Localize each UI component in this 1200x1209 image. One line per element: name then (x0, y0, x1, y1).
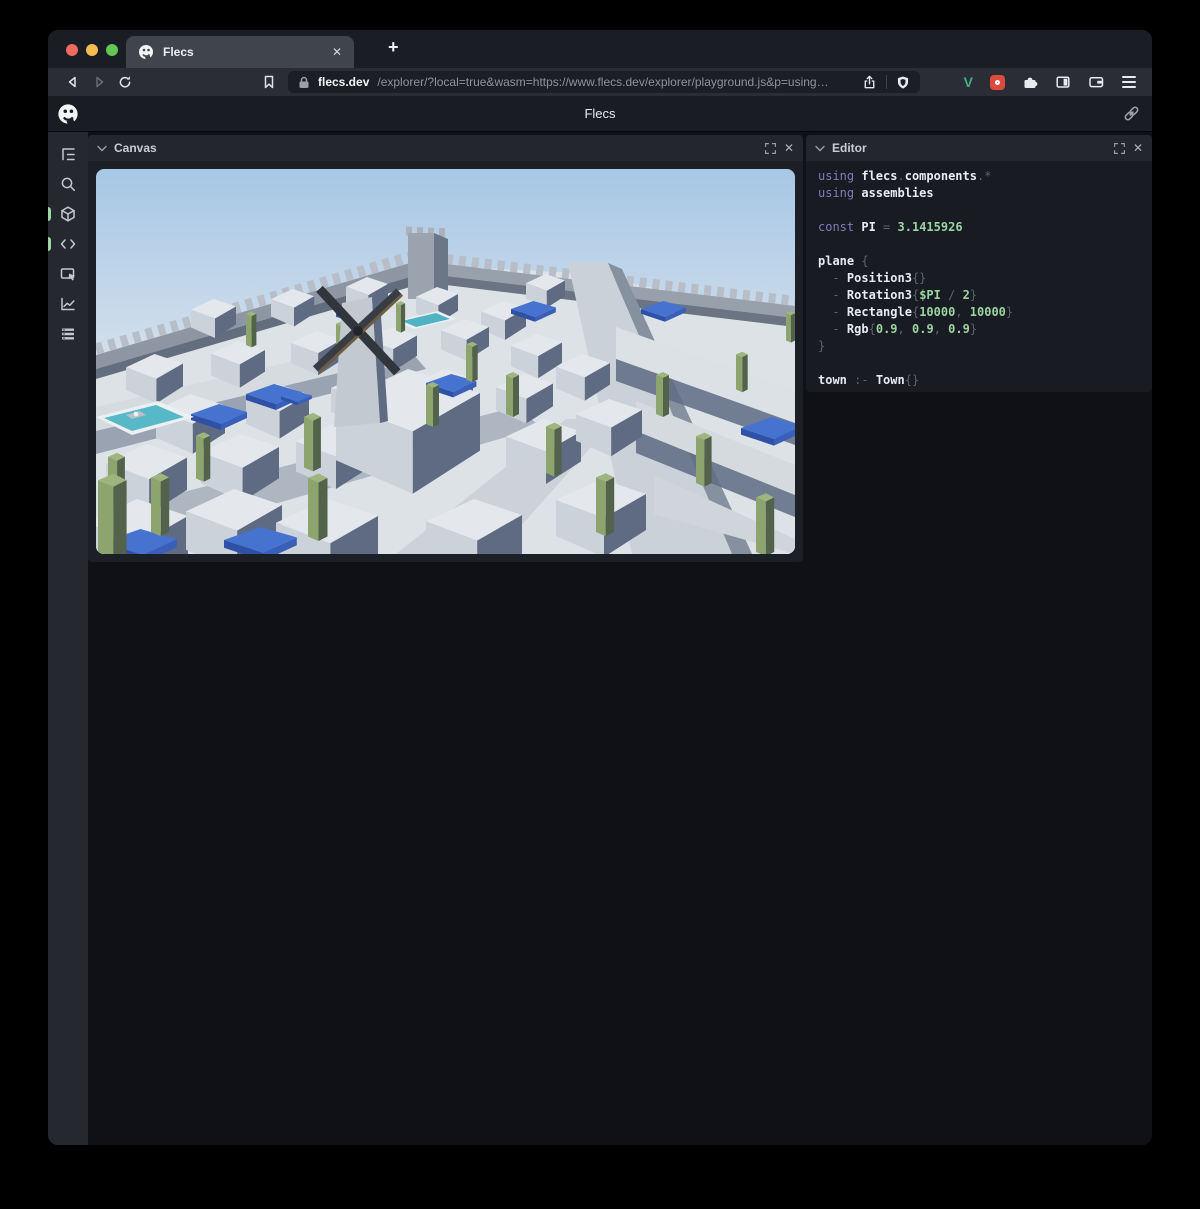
sidebar-item-entities[interactable] (48, 199, 88, 229)
inspector-icon (59, 265, 77, 283)
editor-panel-title: Editor (832, 141, 867, 155)
minimize-window-button[interactable] (86, 44, 98, 56)
reload-icon[interactable] (112, 74, 138, 90)
browser-window: Flecs ✕ + flecs.dev/explorer/?local=tru (48, 30, 1152, 1145)
close-icon[interactable]: ✕ (784, 141, 794, 155)
entities-cube-icon (59, 205, 77, 223)
bookmark-icon[interactable] (256, 74, 282, 90)
sidebar-item-stats[interactable] (48, 289, 88, 319)
flecs-logo-icon (138, 44, 154, 60)
editor-code[interactable]: using flecs.components.*using assemblies… (806, 161, 1152, 392)
editor-panel: Editor ✕ using flecs.components.*using a… (806, 135, 1152, 392)
close-window-button[interactable] (66, 44, 78, 56)
canvas-3d-viewport[interactable] (96, 169, 795, 554)
traffic-lights (66, 44, 118, 56)
url-path: /explorer/?local=true&wasm=https://www.f… (377, 75, 854, 89)
tab-flecs[interactable]: Flecs ✕ (126, 36, 354, 68)
sidebar-toggle-icon[interactable] (1055, 74, 1071, 90)
entity-tree-icon (59, 145, 77, 163)
page-title: Flecs (48, 106, 1152, 121)
tab-title: Flecs (163, 45, 194, 59)
sidebar-item-entity-tree[interactable] (48, 139, 88, 169)
sidebar-item-search[interactable] (48, 169, 88, 199)
code-editor-icon (59, 235, 77, 253)
active-indicator (48, 207, 51, 221)
app-header: Flecs (48, 96, 1152, 132)
canvas-panel-header[interactable]: Canvas ✕ (88, 135, 803, 161)
editor-panel-header[interactable]: Editor ✕ (806, 135, 1152, 161)
close-icon[interactable]: ✕ (1133, 141, 1143, 155)
vue-devtools-icon[interactable]: V (964, 74, 973, 90)
queries-table-icon (59, 325, 77, 343)
tab-bar: Flecs ✕ + (48, 30, 1152, 68)
wallet-icon[interactable] (1088, 74, 1105, 90)
tab-close-icon[interactable]: ✕ (332, 45, 342, 59)
browser-toolbar: flecs.dev/explorer/?local=true&wasm=http… (48, 68, 1152, 96)
extension-icons: V (964, 73, 1140, 91)
app-content: Canvas ✕ (48, 132, 1152, 1145)
sidebar-item-inspector[interactable] (48, 259, 88, 289)
sidebar (48, 132, 88, 1145)
puzzle-extensions-icon[interactable] (1022, 74, 1038, 90)
menu-icon[interactable] (1122, 73, 1136, 91)
canvas-panel: Canvas ✕ (88, 135, 803, 562)
lock-icon (298, 76, 310, 89)
active-indicator (48, 237, 51, 251)
chevron-down-icon[interactable] (815, 145, 825, 152)
share-icon[interactable] (862, 75, 877, 90)
address-bar[interactable]: flecs.dev/explorer/?local=true&wasm=http… (288, 71, 920, 93)
canvas-panel-title: Canvas (114, 141, 157, 155)
canvas-3d-scene (96, 169, 795, 554)
fullscreen-icon[interactable] (1113, 142, 1126, 155)
main-area: Canvas ✕ (88, 132, 1152, 1145)
red-extension-icon[interactable] (990, 75, 1005, 90)
zoom-window-button[interactable] (106, 44, 118, 56)
sidebar-item-queries[interactable] (48, 319, 88, 349)
fullscreen-icon[interactable] (764, 142, 777, 155)
chevron-down-icon[interactable] (97, 145, 107, 152)
divider (886, 75, 887, 89)
back-icon[interactable] (60, 74, 86, 90)
search-icon (59, 175, 77, 193)
permalink-icon[interactable] (1123, 105, 1140, 122)
url-domain: flecs.dev (318, 75, 369, 89)
forward-icon[interactable] (86, 74, 112, 90)
brave-shield-icon[interactable] (896, 75, 910, 90)
stats-chart-icon (59, 295, 77, 313)
sidebar-item-editor[interactable] (48, 229, 88, 259)
new-tab-button[interactable]: + (388, 37, 399, 58)
